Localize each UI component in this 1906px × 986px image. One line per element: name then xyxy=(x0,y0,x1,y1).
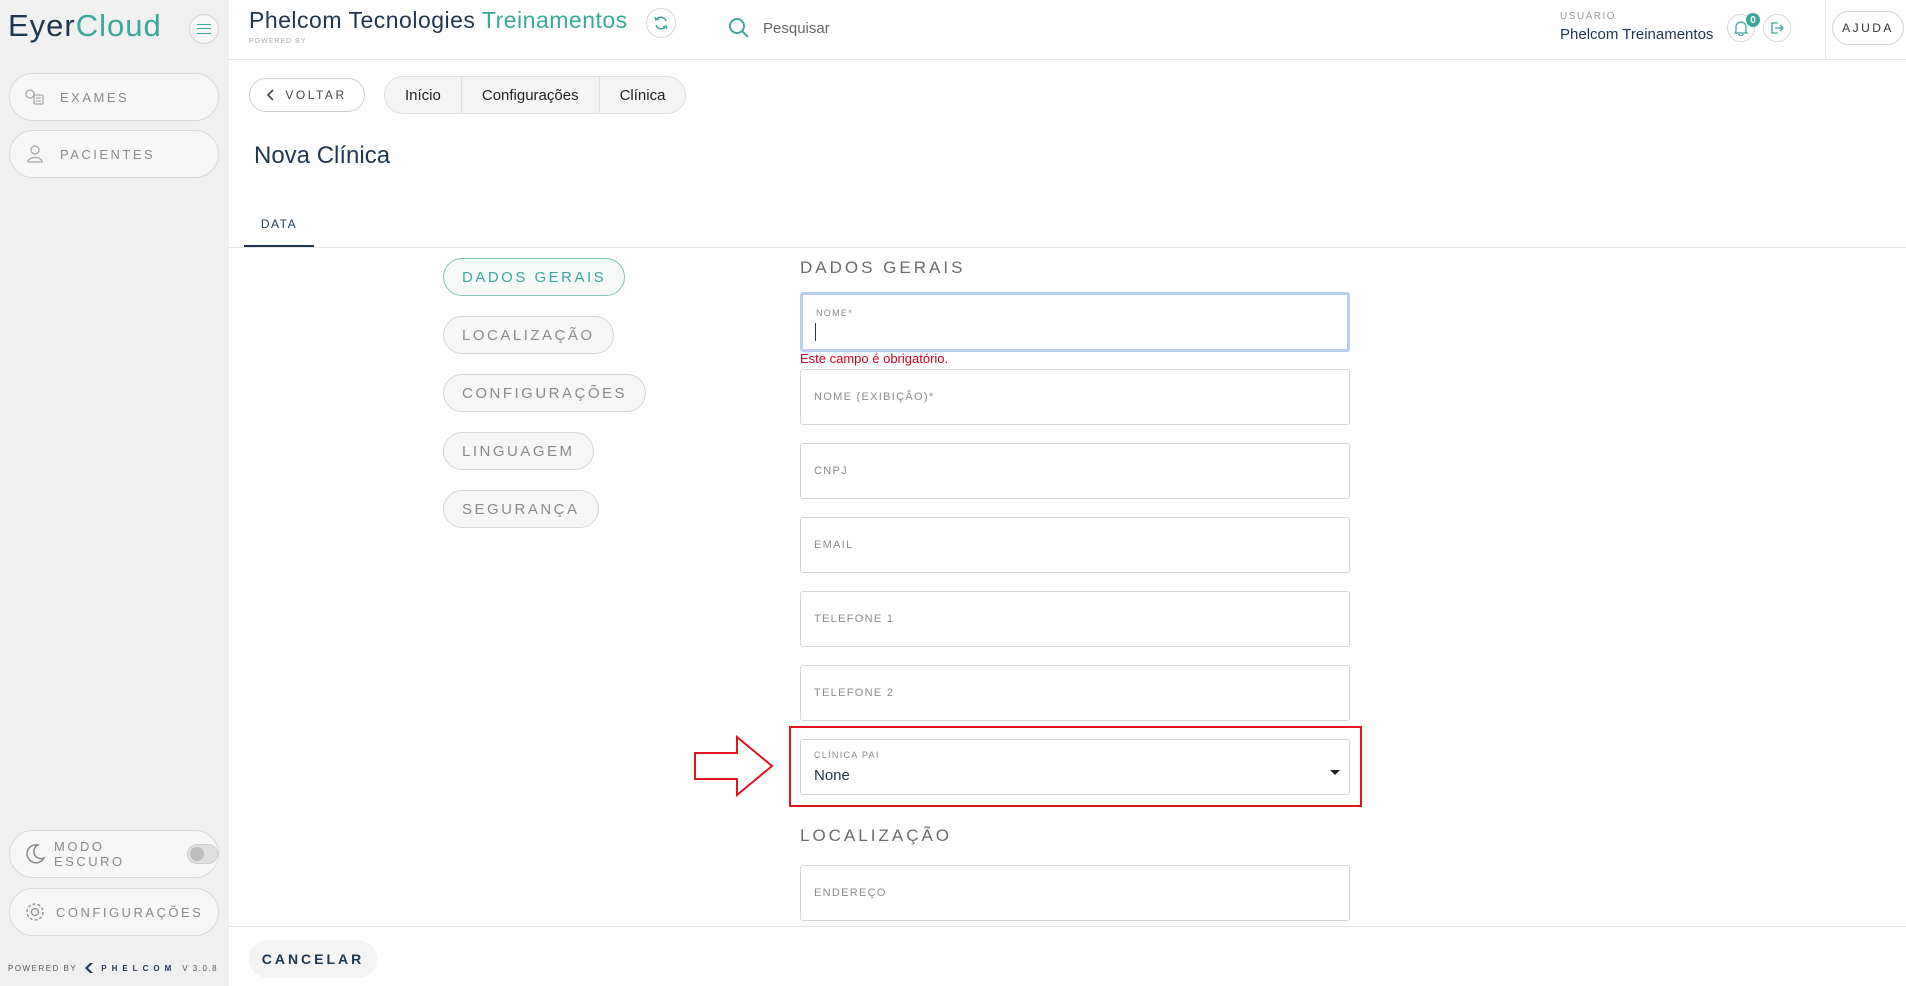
breadcrumb: Início Configurações Clínica xyxy=(384,76,687,114)
phelcom-logo-icon xyxy=(85,963,94,973)
section-heading-localizacao: LOCALIZAÇÃO xyxy=(800,826,953,845)
email-field[interactable]: EMAIL xyxy=(800,517,1350,573)
section-nav-seguranca[interactable]: SEGURANÇA xyxy=(443,490,599,528)
user-icon xyxy=(24,143,46,165)
hamburger-icon xyxy=(197,24,211,34)
address-field-label: ENDEREÇO xyxy=(814,887,887,899)
phone2-field-label: TELEFONE 2 xyxy=(814,687,895,699)
annotation-highlight-box xyxy=(789,726,1362,807)
top-header: Phelcom Tecnologies Treinamentos POWERED… xyxy=(229,0,1906,60)
dark-mode-label: MODO ESCURO xyxy=(54,839,125,869)
address-field[interactable]: ENDEREÇO xyxy=(800,865,1350,921)
breadcrumb-item-inicio[interactable]: Início xyxy=(385,77,462,113)
name-error-message: Este campo é obrigatório. xyxy=(800,351,949,366)
section-nav-localizacao[interactable]: LOCALIZAÇÃO xyxy=(443,316,614,354)
section-nav-linguagem[interactable]: LINGUAGEM xyxy=(443,432,594,470)
logout-button[interactable] xyxy=(1763,14,1791,42)
sidebar-item-pacientes[interactable]: PACIENTES xyxy=(9,130,219,178)
tab-data[interactable]: DATA xyxy=(244,203,314,247)
sidebar-item-exames[interactable]: EXAMES xyxy=(9,73,219,121)
search-icon[interactable] xyxy=(728,17,750,44)
sidebar-item-label: CONFIGURAÇÕES xyxy=(56,904,204,920)
section-nav-configuracoes[interactable]: CONFIGURAÇÕES xyxy=(443,374,647,412)
gear-icon xyxy=(24,901,46,923)
name-field-label: NOME* xyxy=(816,308,854,318)
clinic-title: Phelcom Tecnologies Treinamentos xyxy=(249,7,628,33)
refresh-icon xyxy=(654,16,668,30)
sidebar: EyerCloud EXAMES PACIENTES MODO ESCURO C… xyxy=(0,0,229,986)
powered-by-footer: POWERED BY PHELCOM V 3.0.8 xyxy=(8,963,219,973)
chevron-left-icon xyxy=(267,89,274,101)
phone2-field[interactable]: TELEFONE 2 xyxy=(800,665,1350,721)
refresh-button[interactable] xyxy=(646,8,676,38)
exams-icon xyxy=(24,86,46,108)
cnpj-field[interactable]: CNPJ xyxy=(800,443,1350,499)
header-divider xyxy=(1825,0,1826,60)
annotation-arrow-icon xyxy=(694,735,774,797)
user-label: USUÁRIO xyxy=(1560,11,1617,22)
breadcrumb-item-configuracoes[interactable]: Configurações xyxy=(462,77,600,113)
page-title: Nova Clínica xyxy=(254,142,391,169)
email-field-label: EMAIL xyxy=(814,539,854,551)
dark-mode-switch[interactable] xyxy=(187,844,218,864)
app-logo[interactable]: EyerCloud xyxy=(8,8,162,44)
help-button[interactable]: AJUDA xyxy=(1832,11,1904,45)
header-subtitle: POWERED BY xyxy=(249,38,307,45)
logout-icon xyxy=(1771,22,1784,34)
sidebar-item-configuracoes[interactable]: CONFIGURAÇÕES xyxy=(9,888,219,936)
sidebar-item-label: EXAMES xyxy=(60,89,130,105)
back-button[interactable]: VOLTAR xyxy=(249,78,365,112)
sidebar-item-label: PACIENTES xyxy=(60,146,156,162)
display-name-field[interactable]: NOME (EXIBIÇÃO)* xyxy=(800,369,1350,425)
cancel-button[interactable]: CANCELAR xyxy=(249,940,377,978)
section-heading-dados-gerais: DADOS GERAIS xyxy=(800,258,966,277)
section-nav-dados-gerais[interactable]: DADOS GERAIS xyxy=(443,258,626,296)
text-cursor xyxy=(815,323,816,341)
footer-divider xyxy=(229,926,1906,927)
dark-mode-toggle-row[interactable]: MODO ESCURO xyxy=(9,830,219,878)
user-name: Phelcom Treinamentos xyxy=(1560,26,1714,43)
phone1-field[interactable]: TELEFONE 1 xyxy=(800,591,1350,647)
tab-divider xyxy=(229,247,1906,248)
phone1-field-label: TELEFONE 1 xyxy=(814,613,895,625)
cnpj-field-label: CNPJ xyxy=(814,465,848,477)
menu-toggle-button[interactable] xyxy=(189,14,219,44)
name-field[interactable]: NOME* xyxy=(800,292,1350,352)
display-name-field-label: NOME (EXIBIÇÃO)* xyxy=(814,391,935,403)
search-input[interactable] xyxy=(763,16,1063,40)
notification-count-badge: 0 xyxy=(1746,13,1760,27)
breadcrumb-item-clinica[interactable]: Clínica xyxy=(600,77,686,113)
moon-icon xyxy=(24,843,46,865)
